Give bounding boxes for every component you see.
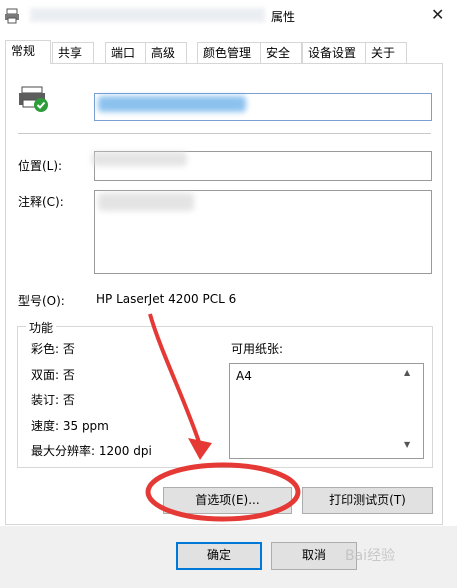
comment-redacted: [98, 193, 194, 211]
tab-about[interactable]: 关于: [365, 42, 407, 64]
close-icon[interactable]: ✕: [431, 5, 444, 24]
scroll-up-icon[interactable]: ▲: [404, 368, 410, 377]
feature-duplex: 双面: 否: [31, 368, 75, 382]
ok-button[interactable]: 确定: [176, 542, 262, 570]
tab-general[interactable]: 常规: [5, 40, 51, 64]
scroll-down-icon[interactable]: ▼: [404, 440, 410, 449]
divider: [18, 133, 431, 134]
comment-label: 注释(C):: [18, 195, 64, 209]
paper-label: 可用纸张:: [231, 342, 284, 356]
tab-color-management[interactable]: 颜色管理: [197, 42, 261, 64]
watermark: Bai经验: [345, 548, 396, 564]
feature-speed: 速度: 35 ppm: [31, 419, 109, 433]
features-group-title: 功能: [26, 319, 57, 336]
tab-security[interactable]: 安全: [260, 42, 302, 64]
model-label: 型号(O):: [18, 294, 65, 308]
feature-color: 彩色: 否: [31, 342, 75, 356]
print-test-page-button[interactable]: 打印测试页(T): [302, 487, 433, 514]
tab-advanced[interactable]: 高级: [145, 42, 187, 64]
title-redacted: [30, 8, 265, 22]
paper-item[interactable]: A4: [236, 369, 252, 383]
feature-max-resolution: 最大分辨率: 1200 dpi: [31, 444, 152, 458]
printer-icon: [5, 8, 19, 24]
tab-device-settings[interactable]: 设备设置: [302, 42, 367, 64]
paper-list[interactable]: [229, 363, 424, 459]
model-value: HP LaserJet 4200 PCL 6: [96, 292, 237, 306]
location-label: 位置(L):: [18, 159, 63, 173]
location-redacted: [92, 152, 187, 166]
printer-default-icon: [19, 86, 48, 112]
feature-staple: 装订: 否: [31, 393, 75, 407]
printer-name-redacted: [98, 96, 246, 112]
tab-ports[interactable]: 端口: [105, 42, 147, 64]
window-title: 属性: [271, 10, 296, 24]
preferences-button[interactable]: 首选项(E)...: [163, 487, 292, 514]
tab-sharing[interactable]: 共享: [52, 42, 94, 64]
